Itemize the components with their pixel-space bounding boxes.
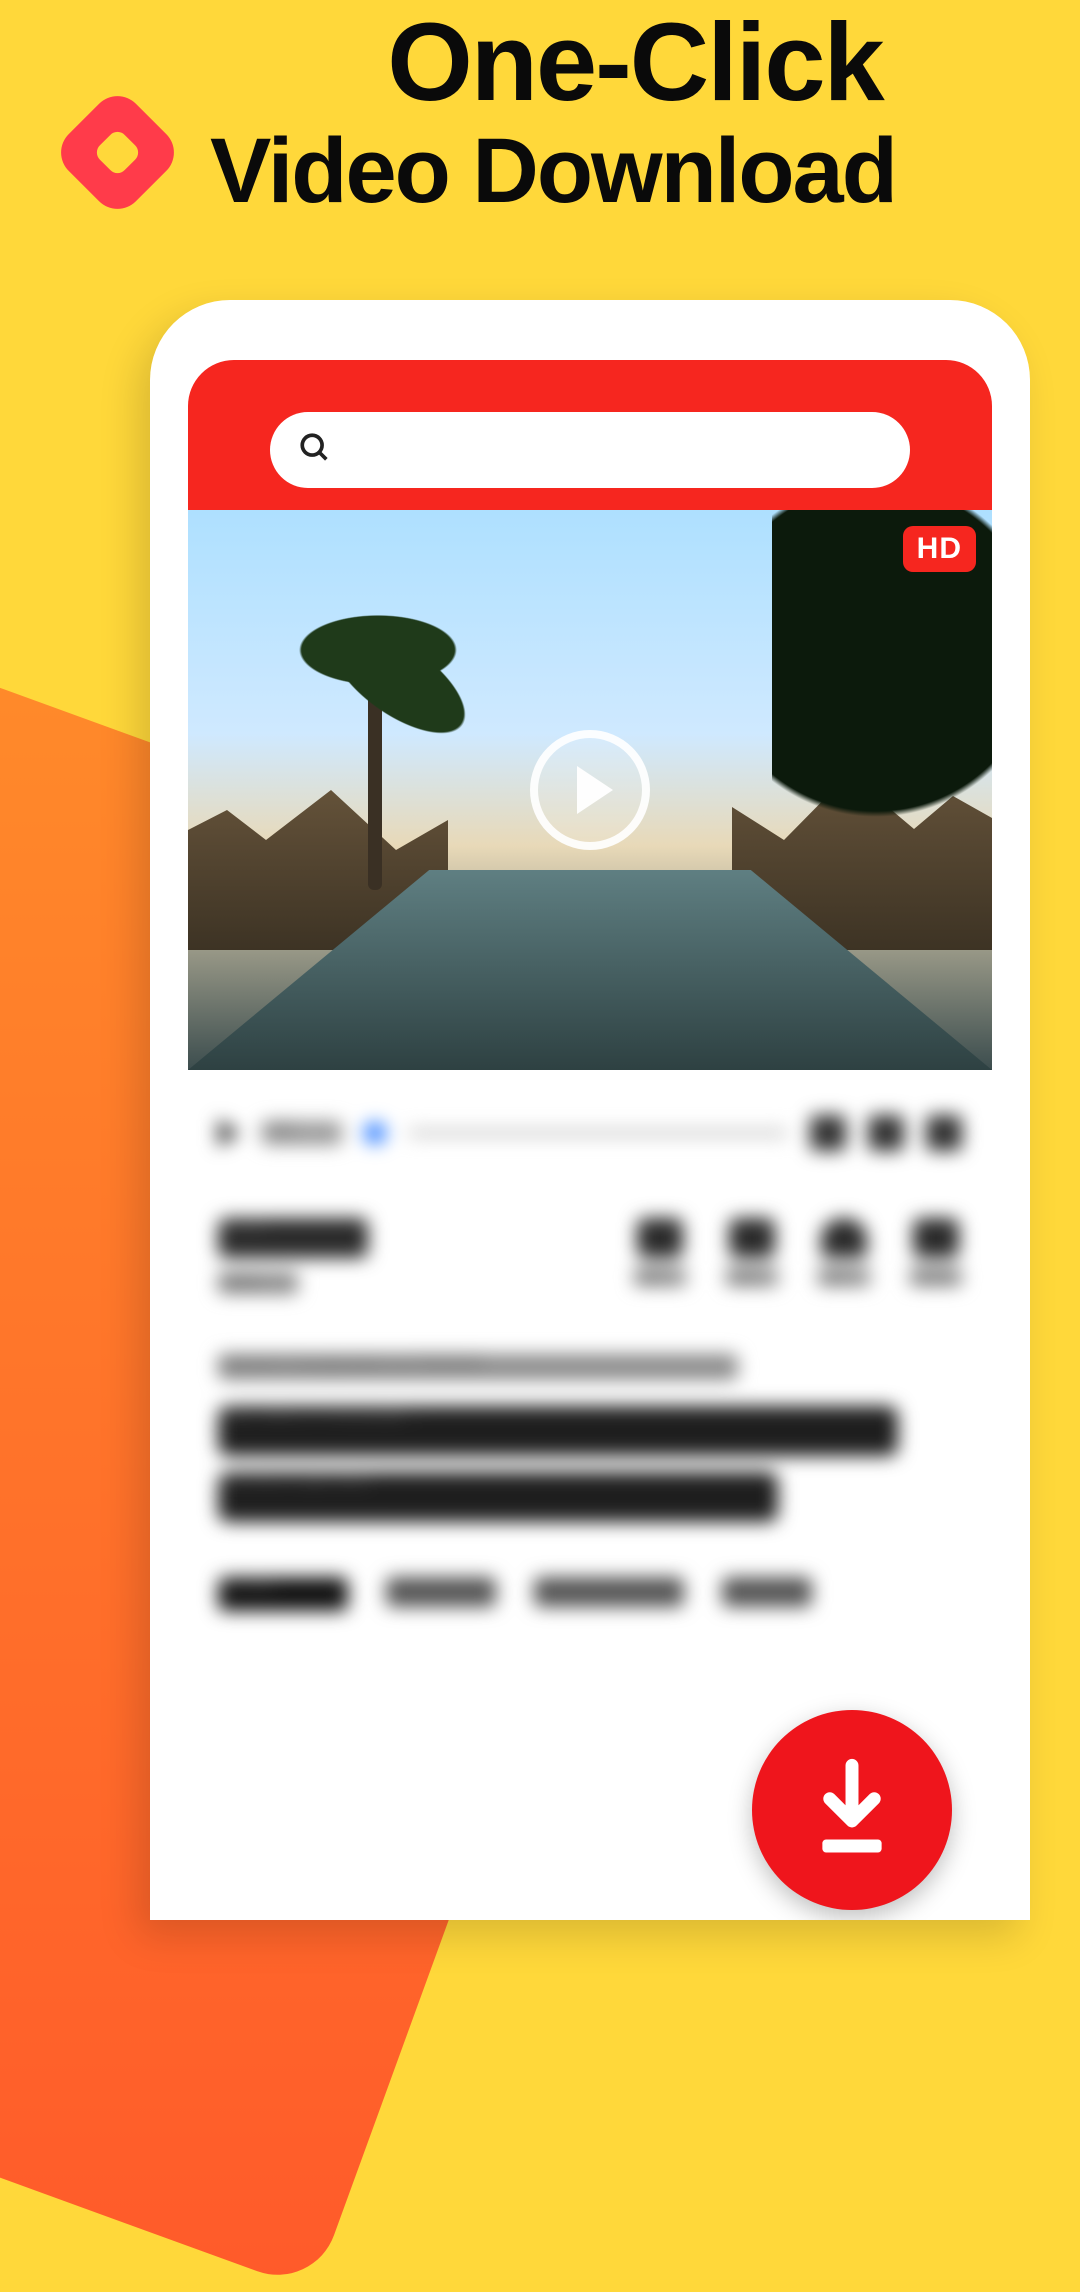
player-controls[interactable]: 0:00	[218, 1098, 962, 1168]
volume-icon[interactable]	[810, 1115, 846, 1151]
video-details-area: 0:00 44,107 Views Add Ra	[188, 1070, 992, 1611]
play-button[interactable]	[530, 730, 650, 850]
action-share[interactable]: Share	[910, 1218, 962, 1286]
views-label: Views	[218, 1272, 298, 1294]
video-subheading: Supasorn Suwajanakorn at TED2018	[218, 1354, 738, 1380]
video-title-line-1: Fake videos of real people —	[218, 1406, 898, 1456]
detail-tabs: Up next Details Transcript Related	[218, 1577, 962, 1611]
playback-time: 0:00	[262, 1121, 342, 1145]
tab-up-next[interactable]: Up next	[218, 1577, 348, 1611]
fullscreen-icon[interactable]	[868, 1115, 904, 1151]
add-icon	[637, 1218, 683, 1258]
action-label: Share	[910, 1268, 962, 1286]
action-label: Add	[634, 1268, 686, 1286]
thumbs-up-icon	[729, 1218, 775, 1258]
hd-badge: HD	[903, 526, 976, 572]
promo-headline: One-Click Video Download	[210, 5, 1060, 219]
search-field[interactable]	[348, 433, 882, 467]
app-header	[188, 360, 992, 510]
seek-thumb[interactable]	[364, 1122, 386, 1144]
phone-screen: HD 0:00 44,107 Views Add	[188, 360, 992, 1920]
diamond-logo-icon	[50, 85, 184, 219]
pip-icon[interactable]	[926, 1115, 962, 1151]
headline-line-1: One-Click	[210, 5, 1060, 121]
seek-track[interactable]	[408, 1129, 788, 1137]
action-label: Rate	[726, 1268, 778, 1286]
views-value: 44,107	[218, 1218, 368, 1258]
tab-details[interactable]: Details	[386, 1577, 496, 1607]
download-button[interactable]	[752, 1710, 952, 1910]
download-icon	[807, 1758, 897, 1863]
share-icon	[913, 1218, 959, 1258]
video-thumbnail[interactable]: HD	[188, 510, 992, 1070]
search-icon	[298, 431, 332, 470]
video-meta-row: 44,107 Views Add Rate Like	[218, 1218, 962, 1294]
phone-mockup: HD 0:00 44,107 Views Add	[150, 300, 1030, 1920]
action-rate[interactable]: Rate	[726, 1218, 778, 1286]
views-block: 44,107 Views	[218, 1218, 368, 1294]
headline-line-2: Video Download	[210, 123, 1060, 220]
video-title-line-2: and how to spot them	[218, 1472, 778, 1522]
heart-icon	[821, 1218, 867, 1258]
action-like[interactable]: Like	[818, 1218, 870, 1286]
action-label: Like	[818, 1268, 870, 1286]
tab-related[interactable]: Related	[722, 1577, 812, 1607]
tab-transcript[interactable]: Transcript	[534, 1577, 684, 1607]
scenery-palm-tree	[368, 630, 382, 890]
action-add[interactable]: Add	[634, 1218, 686, 1286]
play-icon[interactable]	[218, 1119, 240, 1147]
video-title-block: Supasorn Suwajanakorn at TED2018 Fake vi…	[218, 1354, 962, 1522]
search-input[interactable]	[270, 412, 910, 488]
